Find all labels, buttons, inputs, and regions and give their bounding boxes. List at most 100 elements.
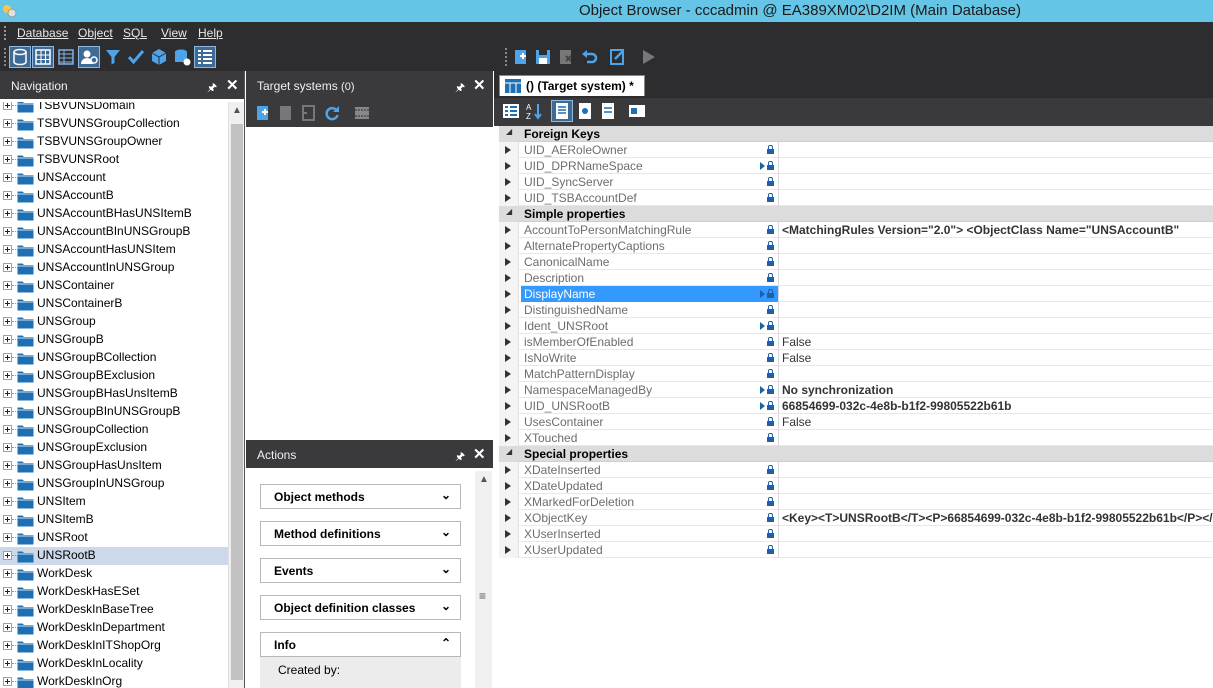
expand-icon[interactable] (3, 227, 12, 236)
expand-icon[interactable] (3, 317, 12, 326)
property-name[interactable]: UID_UNSRootB (521, 398, 779, 414)
property-row[interactable]: UID_UNSRootB 66854699-032c-4e8b-b1f2-9980… (499, 398, 1213, 414)
expand-row-icon[interactable] (499, 542, 519, 558)
expand-row-icon[interactable] (499, 254, 519, 270)
property-category[interactable]: Special properties (499, 446, 1213, 462)
property-name[interactable]: IsNoWrite (521, 350, 779, 366)
property-row[interactable]: XUserInserted (499, 526, 1213, 542)
property-row[interactable]: DisplayName (499, 286, 1213, 302)
expand-row-icon[interactable] (499, 318, 519, 334)
tree-item[interactable]: UNSRoot (0, 529, 228, 547)
expand-icon[interactable] (3, 263, 12, 272)
refresh-icon[interactable] (322, 103, 342, 123)
property-row[interactable]: DistinguishedName (499, 302, 1213, 318)
tree-item[interactable]: TSBVUNSGroupOwner (0, 133, 228, 151)
expand-row-icon[interactable] (499, 414, 519, 430)
property-name[interactable]: NamespaceManagedBy (521, 382, 779, 398)
navigation-tree[interactable]: TSBVUNSDomain TSBVUNSGroupCollection TSBVU… (0, 102, 228, 688)
property-row[interactable]: UsesContainer False (499, 414, 1213, 430)
property-category[interactable]: Foreign Keys (499, 126, 1213, 142)
property-name[interactable]: CanonicalName (521, 254, 779, 270)
property-name[interactable]: XMarkedForDeletion (521, 494, 779, 510)
tree-item[interactable]: UNSGroupBHasUnsItemB (0, 385, 228, 403)
scroll-up-icon[interactable]: ▲ (232, 105, 242, 116)
expand-icon[interactable] (3, 299, 12, 308)
property-name[interactable]: AlternatePropertyCaptions (521, 238, 779, 254)
tree-item[interactable]: UNSGroupInUNSGroup (0, 475, 228, 493)
property-value[interactable]: <Key><T>UNSRootB</T><P>66854699-032c-4e8… (782, 511, 1213, 525)
sort-az-icon[interactable]: AZ (524, 101, 544, 121)
tree-item[interactable]: UNSItemB (0, 511, 228, 529)
property-name[interactable]: XUserUpdated (521, 542, 779, 558)
section-object-methods[interactable]: Object methods ⌄ (260, 484, 461, 509)
tree-item[interactable]: UNSItem (0, 493, 228, 511)
menu-database[interactable]: Database (17, 26, 68, 40)
expand-icon[interactable] (3, 497, 12, 506)
expand-row-icon[interactable] (499, 382, 519, 398)
tree-item[interactable]: UNSGroupB (0, 331, 228, 349)
filter-icon[interactable] (103, 47, 123, 67)
delete-icon[interactable] (556, 47, 576, 67)
actions-scrollbar[interactable]: ▲ ≡ (475, 471, 492, 688)
expand-icon[interactable] (3, 461, 12, 470)
grid-icon[interactable] (56, 47, 76, 67)
property-name[interactable]: DistinguishedName (521, 302, 779, 318)
property-name[interactable]: DisplayName (521, 286, 779, 302)
expand-icon[interactable] (3, 191, 12, 200)
expand-row-icon[interactable] (499, 334, 519, 350)
property-row[interactable]: UID_TSBAccountDef (499, 190, 1213, 206)
property-value[interactable]: False (782, 351, 811, 365)
property-row[interactable]: XUserUpdated (499, 542, 1213, 558)
collapse-icon[interactable] (499, 126, 519, 142)
tree-item[interactable]: WorkDeskInLocality (0, 655, 228, 673)
expand-icon[interactable] (3, 479, 12, 488)
expand-row-icon[interactable] (499, 350, 519, 366)
property-name[interactable]: UID_SyncServer (521, 174, 779, 190)
tree-item[interactable]: WorkDesk (0, 565, 228, 583)
expand-row-icon[interactable] (499, 510, 519, 526)
property-value[interactable]: False (782, 335, 811, 349)
property-name[interactable]: XDateInserted (521, 462, 779, 478)
property-name[interactable]: MatchPatternDisplay (521, 366, 779, 382)
property-value[interactable]: <MatchingRules Version="2.0"> <ObjectCla… (782, 223, 1179, 237)
property-value[interactable]: False (782, 415, 811, 429)
edit-icon[interactable] (608, 47, 628, 67)
expand-icon[interactable] (3, 443, 12, 452)
property-row[interactable]: UID_AERoleOwner (499, 142, 1213, 158)
expand-row-icon[interactable] (499, 174, 519, 190)
scroll-up-icon[interactable]: ▲ (479, 474, 489, 485)
tree-item[interactable]: UNSRootB (0, 547, 228, 565)
expand-icon[interactable] (3, 137, 12, 146)
objects-icon[interactable] (149, 47, 169, 67)
scroll-grip-icon[interactable]: ≡ (479, 589, 486, 603)
expand-icon[interactable] (3, 623, 12, 632)
tree-item[interactable]: UNSAccountBHasUNSItemB (0, 205, 228, 223)
tree-item[interactable]: UNSAccountInUNSGroup (0, 259, 228, 277)
expand-icon[interactable] (3, 515, 12, 524)
property-row[interactable]: AlternatePropertyCaptions (499, 238, 1213, 254)
expand-row-icon[interactable] (499, 526, 519, 542)
pin-icon[interactable]: 🖈 (455, 448, 465, 467)
expand-icon[interactable] (3, 605, 12, 614)
expand-icon[interactable] (3, 281, 12, 290)
tree-item[interactable]: TSBVUNSGroupCollection (0, 115, 228, 133)
menu-object[interactable]: Object (78, 26, 113, 40)
property-category[interactable]: Simple properties (499, 206, 1213, 222)
list-icon[interactable] (194, 46, 216, 68)
expand-icon[interactable] (3, 209, 12, 218)
tree-item[interactable]: WorkDeskHasESet (0, 583, 228, 601)
expand-row-icon[interactable] (499, 286, 519, 302)
section-info[interactable]: Info ⌃ (260, 632, 461, 657)
expand-icon[interactable] (3, 677, 12, 686)
property-row[interactable]: AccountToPersonMatchingRule <MatchingRule… (499, 222, 1213, 238)
property-row[interactable]: Description (499, 270, 1213, 286)
property-row[interactable]: CanonicalName (499, 254, 1213, 270)
reference-icon[interactable] (760, 386, 765, 394)
tree-item[interactable]: TSBVUNSRoot (0, 151, 228, 169)
property-name[interactable]: UID_AERoleOwner (521, 142, 779, 158)
expand-icon[interactable] (3, 173, 12, 182)
expand-icon[interactable] (3, 119, 12, 128)
tree-item[interactable]: UNSGroupBExclusion (0, 367, 228, 385)
stack-icon[interactable] (172, 47, 192, 67)
property-name[interactable]: UID_DPRNameSpace (521, 158, 779, 174)
